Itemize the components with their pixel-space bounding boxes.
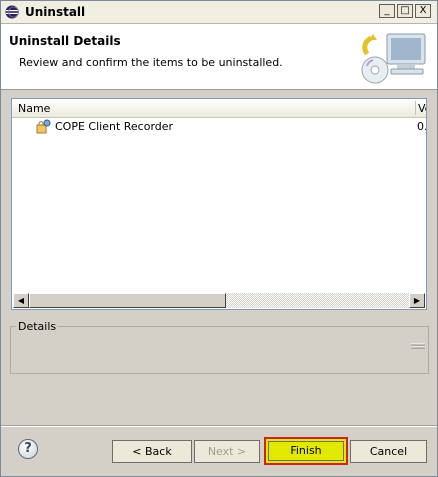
table-row[interactable]: COPE Client Recorder 0. [12,119,426,135]
wizard-header: Uninstall Details Review and confirm the… [1,24,437,90]
cancel-button[interactable]: Cancel [350,440,427,463]
minimize-button[interactable]: _ [379,4,395,18]
computer-cd-icon [361,33,426,84]
table-header: Name Ve [12,99,426,118]
uninstall-dialog: Uninstall _ □ X Uninstall Details Review… [0,0,438,477]
close-button[interactable]: X [415,4,431,18]
finish-button[interactable]: Finish [264,437,348,465]
details-label: Details [16,320,59,333]
horizontal-scrollbar[interactable]: ◀ ▶ [12,292,426,309]
window-title: Uninstall [25,5,86,19]
page-description: Review and confirm the items to be unins… [19,56,283,69]
scroll-right-button[interactable]: ▶ [409,293,425,308]
footer-divider [1,425,437,427]
finish-button-frame [268,441,344,461]
scroll-thumb[interactable] [29,293,226,308]
scroll-left-button[interactable]: ◀ [13,293,29,308]
page-title: Uninstall Details [9,34,121,48]
eclipse-icon [5,5,19,19]
row-version: 0. [417,120,427,133]
help-button[interactable]: ? [18,439,38,459]
back-button[interactable]: < Back [112,440,192,463]
feature-plugin-icon [36,119,51,134]
row-name: COPE Client Recorder [55,120,174,133]
details-group [10,326,429,374]
title-bar: Uninstall _ □ X [1,1,437,24]
maximize-button[interactable]: □ [397,4,413,18]
items-table[interactable]: Name Ve COPE Client Recorder 0. ◀ ▶ [11,98,427,310]
column-header-name[interactable]: Name [18,102,50,115]
next-button[interactable]: Next > [194,440,260,463]
details-toggle-icon[interactable] [410,341,426,352]
column-separator[interactable] [415,101,416,115]
column-header-version[interactable]: Ve [418,102,426,115]
